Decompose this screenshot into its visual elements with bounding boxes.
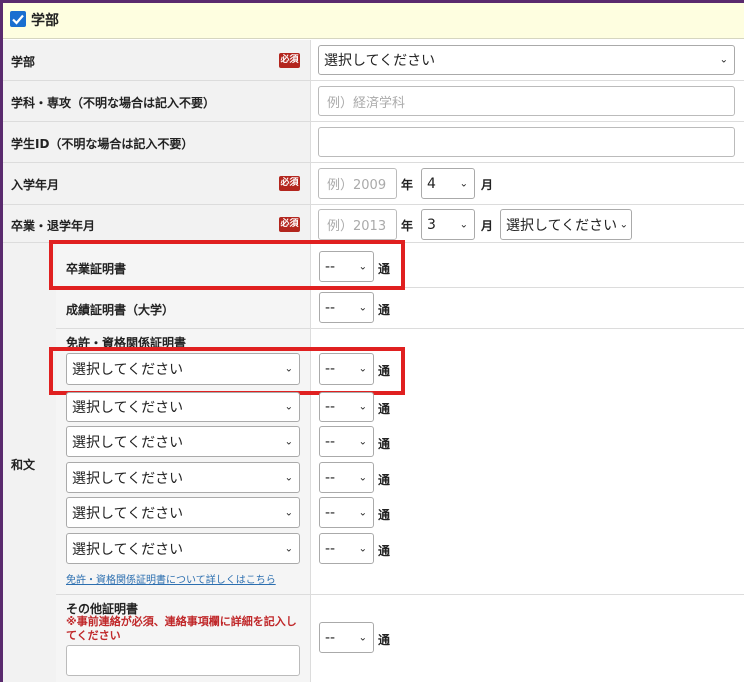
chevron-down-icon: ⌄ [358,472,367,483]
month-unit: 月 [481,178,494,192]
license-count-4[interactable]: -- ⌄ [319,462,374,493]
student-id-label: 学生ID（不明な場合は記入不要） [11,137,194,151]
graduation-status-select[interactable]: 選択してください ⌄ [500,209,632,240]
license-select-2[interactable]: 選択してください ⌄ [66,392,300,422]
highlight-box [49,347,405,395]
chevron-down-icon: ⌄ [358,436,367,447]
copies-unit: 通 [378,437,391,451]
required-badge: 必須 [279,53,300,68]
chevron-down-icon: ⌄ [358,632,367,643]
year-unit: 年 [401,178,414,192]
count-value: -- [325,399,336,415]
enrollment-month-value: 4 [427,175,436,192]
other-cert-note: ※事前連絡が必須、連絡事項欄に詳細を記入してください [66,615,297,642]
copies-unit: 通 [378,508,391,522]
chevron-down-icon: ⌄ [284,436,293,447]
department-input[interactable]: 例）経済学科 [318,86,735,116]
copies-unit: 通 [378,303,391,317]
row-divider [56,328,744,329]
count-value: -- [325,540,336,557]
chevron-down-icon: ⌄ [459,178,468,189]
faculty-checkbox[interactable] [10,11,26,27]
chevron-down-icon: ⌄ [358,543,367,554]
chevron-down-icon: ⌄ [459,219,468,230]
license-count-6[interactable]: -- ⌄ [319,533,374,564]
copies-unit: 通 [378,402,391,416]
license-count-2[interactable]: -- ⌄ [319,392,374,422]
year-unit: 年 [401,219,414,233]
required-badge: 必須 [279,176,300,191]
count-value: -- [325,629,336,646]
required-badge: 必須 [279,217,300,232]
highlight-box [49,240,405,290]
chevron-down-icon: ⌄ [284,507,293,518]
faculty-select-value: 選択してください [324,53,436,69]
chevron-down-icon: ⌄ [358,302,367,313]
license-count-5[interactable]: -- ⌄ [319,497,374,528]
license-select-value: 選択してください [72,541,184,558]
license-select-value: 選択してください [72,505,184,522]
chevron-down-icon: ⌄ [619,219,628,230]
wabun-label: 和文 [11,458,36,472]
student-id-input[interactable] [318,127,735,157]
graduation-month-value: 3 [427,216,436,233]
enrollment-month-select[interactable]: 4 ⌄ [421,168,475,199]
count-value: -- [325,504,336,521]
count-value: -- [325,469,336,486]
checkmark-icon [12,14,24,25]
graduation-status-value: 選択してください [506,217,618,234]
faculty-select[interactable]: 選択してください ⌄ [318,45,735,75]
license-select-5[interactable]: 選択してください ⌄ [66,497,300,528]
other-cert-input[interactable] [66,645,300,676]
row-divider [56,594,744,595]
count-value: -- [325,299,336,316]
transcript-count[interactable]: -- ⌄ [319,292,374,323]
license-select-value: 選択してください [72,470,184,487]
section-title: 学部 [31,13,59,29]
license-select-4[interactable]: 選択してください ⌄ [66,462,300,493]
faculty-label: 学部 [11,55,36,69]
section-header [3,3,744,39]
license-select-value: 選択してください [72,434,184,451]
department-label: 学科・専攻（不明な場合は記入不要） [11,96,216,110]
chevron-down-icon: ⌄ [284,472,293,483]
graduation-year-input[interactable]: 例）2013 [318,209,397,240]
enrollment-label: 入学年月 [11,178,60,192]
chevron-down-icon: ⌄ [284,401,293,413]
license-select-3[interactable]: 選択してください ⌄ [66,426,300,457]
row-divider [3,80,744,81]
count-value: -- [325,433,336,450]
other-cert-count[interactable]: -- ⌄ [319,622,374,653]
month-unit: 月 [481,219,494,233]
row-divider [3,204,744,205]
license-select-6[interactable]: 選択してください ⌄ [66,533,300,564]
license-info-link[interactable]: 免許・資格関係証明書について詳しくはこちら [66,571,276,586]
chevron-down-icon: ⌄ [358,507,367,518]
copies-unit: 通 [378,473,391,487]
chevron-down-icon: ⌄ [358,401,367,413]
copies-unit: 通 [378,633,391,647]
enrollment-year-input[interactable]: 例）2009 [318,168,397,199]
graduation-month-select[interactable]: 3 ⌄ [421,209,475,240]
graduation-label: 卒業・退学年月 [11,219,96,233]
row-divider [3,121,744,122]
copies-unit: 通 [378,544,391,558]
license-count-3[interactable]: -- ⌄ [319,426,374,457]
license-select-value: 選択してください [72,400,184,416]
chevron-down-icon: ⌄ [284,543,293,554]
transcript-label: 成績証明書（大学） [66,303,175,317]
row-divider [3,162,744,163]
chevron-down-icon: ⌄ [719,54,728,66]
